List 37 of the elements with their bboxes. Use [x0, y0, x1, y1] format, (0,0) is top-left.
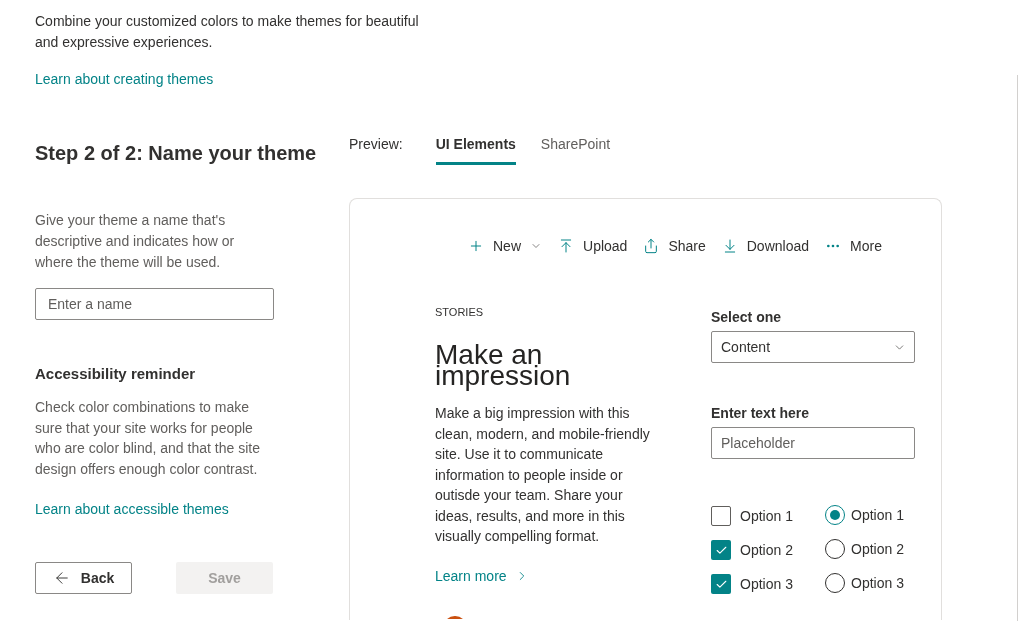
- checkbox[interactable]: [711, 506, 731, 526]
- step-heading: Step 2 of 2: Name your theme: [35, 141, 317, 166]
- back-button[interactable]: Back: [35, 562, 132, 594]
- more-button[interactable]: More: [825, 236, 882, 256]
- description-text: Give your theme a name that's descriptive and indicates how or where the theme will be used.: [35, 211, 236, 272]
- select-dropdown[interactable]: Content: [711, 331, 915, 363]
- select-label: Select one: [711, 308, 782, 327]
- learn-more-link[interactable]: Learn more: [435, 565, 529, 586]
- text-input[interactable]: Placeholder: [711, 427, 915, 459]
- option-label: Option 2: [851, 540, 904, 559]
- checkbox[interactable]: [711, 574, 731, 594]
- preview-tab[interactable]: SharePoint: [540, 134, 611, 165]
- story-body: Make a big impression with this clean, modern, and mobile-friendly site. Use it to communicate information to people inside or outisde your team. Share your ideas, results, and more in this visually compelling format.: [435, 404, 651, 546]
- share-button[interactable]: Share: [643, 236, 706, 256]
- checkbox[interactable]: [711, 540, 731, 560]
- option-label: Option 1: [740, 507, 793, 526]
- option-label: Option 3: [740, 575, 793, 594]
- upload-icon: [558, 238, 574, 254]
- accessible-themes-link[interactable]: Learn about accessible themes: [35, 499, 229, 520]
- preview-tab[interactable]: UI Elements: [435, 134, 516, 165]
- option-label: Option 2: [740, 541, 793, 560]
- preview-label: Preview:: [349, 135, 403, 154]
- intro-text: Combine your customized colors to make themes for beautiful and expressive experiences.: [35, 12, 420, 52]
- creating-themes-link[interactable]: Learn about creating themes: [35, 69, 214, 90]
- option-label: Option 1: [851, 506, 904, 525]
- stories-label: STORIES: [435, 305, 484, 320]
- share-icon: [643, 238, 660, 254]
- upload-button[interactable]: Upload: [558, 236, 628, 256]
- download-button[interactable]: Download: [721, 236, 809, 256]
- text-field-label: Enter text here: [711, 404, 810, 423]
- plus-icon: [468, 238, 484, 254]
- story-headline: Make an impression: [435, 338, 572, 392]
- name-input[interactable]: Enter a name: [35, 288, 274, 320]
- option-label: Option 3: [851, 574, 904, 593]
- accessibility-heading: Accessibility reminder: [35, 364, 196, 384]
- accessibility-text: Check color combinations to make sure that your site works for people who are color blind, and that the site design offers enough color contrast.: [35, 398, 261, 479]
- new-button[interactable]: New: [468, 236, 542, 256]
